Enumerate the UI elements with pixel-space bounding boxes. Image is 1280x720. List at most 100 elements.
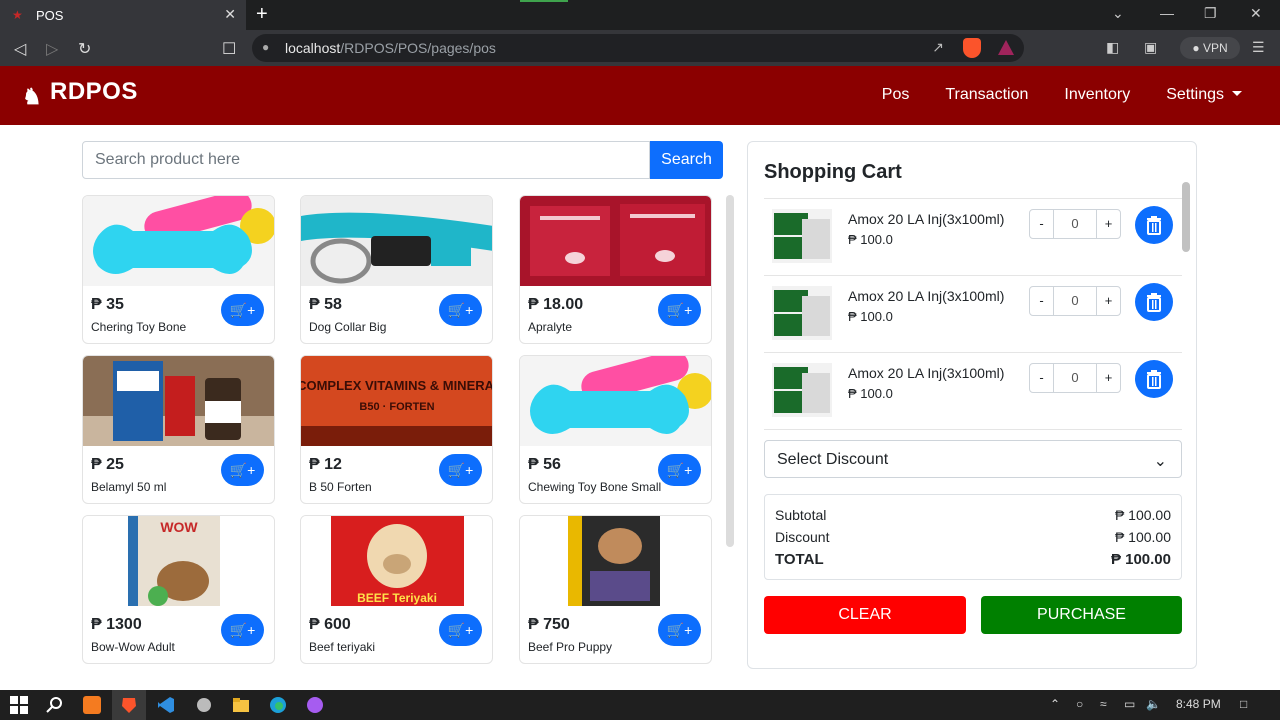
remove-item-button[interactable] — [1135, 206, 1173, 244]
product-name: Bow-Wow Adult — [91, 640, 175, 654]
brave-browser-icon[interactable] — [120, 696, 138, 714]
wifi-icon[interactable]: ≈ — [1100, 697, 1107, 711]
product-card[interactable]: ₱ 58 Dog Collar Big 🛒+ — [300, 195, 493, 344]
tray-app-icon[interactable]: ○ — [1076, 697, 1083, 711]
product-price: ₱ 56 — [528, 456, 561, 473]
discount-select[interactable]: Select Discount ⌄ — [764, 440, 1182, 478]
brand-logo[interactable]: ♞ RDPOS — [22, 78, 138, 110]
new-tab-button[interactable]: + — [256, 3, 268, 26]
add-to-cart-button[interactable]: 🛒+ — [221, 614, 264, 646]
product-image — [520, 516, 711, 606]
decrease-button[interactable]: - — [1030, 287, 1054, 315]
url-text: localhost/RDPOS/POS/pages/pos — [285, 40, 496, 56]
product-card[interactable]: WOW ₱ 1300 Bow-Wow Adult 🛒+ — [82, 515, 275, 664]
add-to-cart-button[interactable]: 🛒+ — [439, 614, 482, 646]
cart-item-image — [772, 363, 832, 417]
restore-icon[interactable]: ❐ — [1204, 5, 1217, 22]
add-to-cart-button[interactable]: 🛒+ — [439, 294, 482, 326]
nav-inventory[interactable]: Inventory — [1064, 86, 1130, 104]
messenger-icon[interactable] — [306, 696, 324, 714]
search-button[interactable]: Search — [650, 141, 723, 179]
tab-search-icon[interactable]: ⌄ — [1112, 5, 1124, 22]
cart-item-price: ₱ 100.0 — [848, 386, 893, 401]
decrease-button[interactable]: - — [1030, 210, 1054, 238]
quantity-input[interactable]: 0 — [1054, 364, 1096, 392]
add-to-cart-button[interactable]: 🛒+ — [658, 294, 701, 326]
remove-item-button[interactable] — [1135, 360, 1173, 398]
brave-rewards-icon[interactable] — [998, 40, 1014, 55]
product-card[interactable]: ₱ 18.00 Apralyte 🛒+ — [519, 195, 712, 344]
purchase-button[interactable]: PURCHASE — [981, 596, 1182, 634]
search-icon[interactable] — [46, 696, 64, 714]
product-card[interactable]: ₱ 25 Belamyl 50 ml 🛒+ — [82, 355, 275, 504]
add-to-cart-button[interactable]: 🛒+ — [439, 454, 482, 486]
window-close-icon[interactable]: ✕ — [1250, 5, 1262, 22]
product-name: Beef teriyaki — [309, 640, 376, 654]
file-explorer-icon[interactable] — [232, 696, 250, 714]
shopping-cart-panel: Shopping Cart Amox 20 LA Inj(3x100ml) ₱ … — [747, 141, 1197, 669]
product-scrollbar[interactable] — [726, 195, 734, 547]
decrease-button[interactable]: - — [1030, 364, 1054, 392]
product-image-text: WOW — [160, 519, 198, 535]
browser-tab[interactable]: ★ POS ✕ — [0, 0, 246, 30]
increase-button[interactable]: + — [1096, 364, 1120, 392]
clock-time[interactable]: 8:48 PM — [1176, 697, 1221, 711]
quantity-input[interactable]: 0 — [1054, 210, 1096, 238]
sidebar-icon[interactable]: ◧ — [1106, 39, 1119, 56]
site-info-icon[interactable]: ● — [262, 40, 269, 54]
vscode-icon[interactable] — [157, 696, 175, 714]
add-to-cart-button[interactable]: 🛒+ — [221, 294, 264, 326]
battery-icon[interactable]: ▭ — [1124, 697, 1135, 711]
edge-icon[interactable] — [269, 696, 287, 714]
product-card[interactable]: ₱ 35 Chering Toy Bone 🛒+ — [82, 195, 275, 344]
cart-scrollbar[interactable] — [1182, 182, 1190, 252]
add-to-cart-button[interactable]: 🛒+ — [658, 614, 701, 646]
notification-icon[interactable]: □ — [1240, 697, 1247, 711]
reload-icon[interactable]: ↻ — [78, 39, 91, 59]
app-icon[interactable] — [83, 696, 101, 714]
nav-transaction[interactable]: Transaction — [945, 86, 1028, 104]
brave-shields-icon[interactable] — [963, 38, 981, 58]
cart-plus-icon: 🛒+ — [666, 462, 693, 478]
trash-icon — [1147, 370, 1161, 389]
back-icon[interactable]: ◁ — [14, 39, 26, 59]
tray-chevron-icon[interactable]: ⌃ — [1050, 697, 1060, 711]
nav-settings[interactable]: Settings — [1166, 86, 1242, 104]
add-to-cart-button[interactable]: 🛒+ — [658, 454, 701, 486]
product-image — [301, 196, 492, 286]
caret-down-icon — [1232, 91, 1242, 96]
quantity-stepper: - 0 + — [1029, 209, 1121, 239]
cart-plus-icon: 🛒+ — [229, 462, 256, 478]
remove-item-button[interactable] — [1135, 283, 1173, 321]
menu-icon[interactable]: ☰ — [1252, 39, 1265, 56]
product-card[interactable]: BEEF Teriyaki ₱ 600 Beef teriyaki 🛒+ — [300, 515, 493, 664]
share-icon[interactable]: ↗ — [932, 39, 944, 56]
bookmark-icon[interactable]: ☐ — [222, 39, 236, 59]
subtotal-value: ₱ 100.00 — [1114, 507, 1171, 523]
add-to-cart-button[interactable]: 🛒+ — [221, 454, 264, 486]
forward-icon[interactable]: ▷ — [46, 39, 58, 59]
tab-close-icon[interactable]: ✕ — [224, 6, 236, 23]
browser-tabbar: ★ POS ✕ + ⌄ — ❐ ✕ — [0, 0, 1280, 30]
address-bar[interactable]: ● localhost/RDPOS/POS/pages/pos ↗ — [252, 34, 1024, 62]
volume-icon[interactable]: 🔈 — [1146, 697, 1161, 711]
search-input[interactable] — [82, 141, 650, 179]
nav-pos[interactable]: Pos — [882, 86, 910, 104]
increase-button[interactable]: + — [1096, 287, 1120, 315]
cart-item-name: Amox 20 LA Inj(3x100ml) — [848, 211, 1005, 227]
cart-plus-icon: 🛒+ — [666, 302, 693, 318]
wallet-icon[interactable]: ▣ — [1144, 39, 1157, 56]
windows-start-icon[interactable] — [10, 696, 28, 714]
product-image: B-COMPLEX VITAMINS & MINERALS B50 · FORT… — [301, 356, 492, 446]
app-icon[interactable] — [195, 696, 213, 714]
minimize-icon[interactable]: — — [1160, 5, 1174, 21]
clear-button[interactable]: CLEAR — [764, 596, 966, 634]
product-card[interactable]: ₱ 56 Chewing Toy Bone Small 🛒+ — [519, 355, 712, 504]
quantity-input[interactable]: 0 — [1054, 287, 1096, 315]
increase-button[interactable]: + — [1096, 210, 1120, 238]
product-card[interactable]: B-COMPLEX VITAMINS & MINERALS B50 · FORT… — [300, 355, 493, 504]
cart-plus-icon: 🛒+ — [229, 622, 256, 638]
product-price: ₱ 35 — [91, 296, 124, 313]
product-card[interactable]: ₱ 750 Beef Pro Puppy 🛒+ — [519, 515, 712, 664]
vpn-button[interactable]: ● VPN — [1180, 37, 1240, 59]
